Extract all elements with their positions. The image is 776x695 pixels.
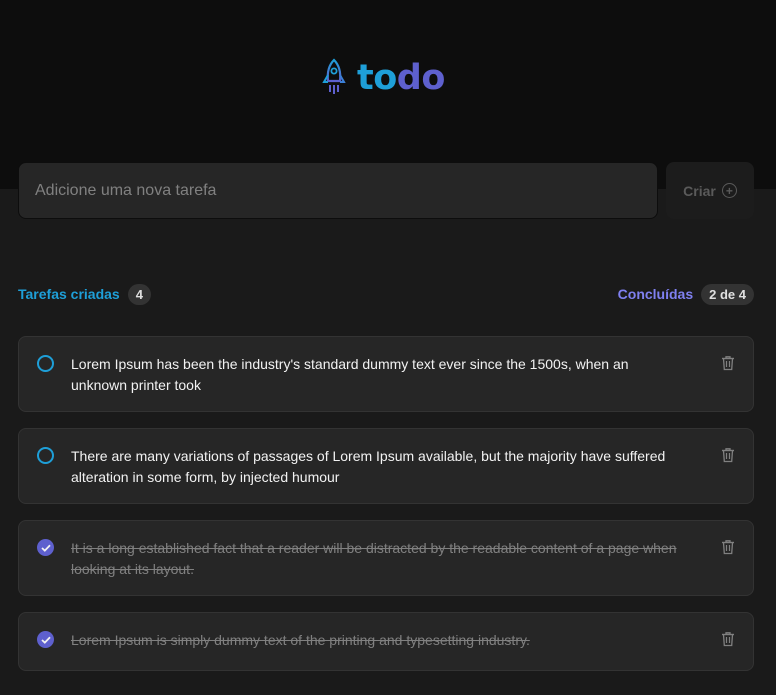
app-title-part1: to <box>357 58 397 98</box>
app-title-part2: do <box>396 58 446 98</box>
task-text: Lorem Ipsum has been the industry's stan… <box>71 356 629 393</box>
checkmark-icon <box>40 544 51 552</box>
trash-icon[interactable] <box>721 447 735 463</box>
app-title: todo <box>357 56 445 100</box>
task-item: It is a long established fact that a rea… <box>18 520 754 596</box>
task-summary: Tarefas criadas 4 Concluídas 2 de 4 <box>18 282 754 306</box>
task-text: There are many variations of passages of… <box>71 448 666 485</box>
plus-circle-icon: + <box>721 183 737 198</box>
task-checkbox[interactable] <box>37 631 54 648</box>
logo: todo <box>319 56 445 100</box>
task-item: Lorem Ipsum has been the industry's stan… <box>18 336 754 412</box>
create-button-label: Criar <box>683 182 716 199</box>
trash-icon[interactable] <box>721 631 735 647</box>
header: todo <box>0 0 776 189</box>
task-checkbox[interactable] <box>37 539 54 556</box>
task-checkbox[interactable] <box>37 355 54 372</box>
rocket-icon <box>319 57 349 99</box>
task-checkbox[interactable] <box>37 447 54 464</box>
trash-icon[interactable] <box>721 355 735 371</box>
created-counter: Tarefas criadas 4 <box>18 283 151 305</box>
checkmark-icon <box>40 636 51 644</box>
task-item: There are many variations of passages of… <box>18 428 754 504</box>
done-counter: Concluídas 2 de 4 <box>617 283 754 305</box>
created-count-badge: 4 <box>127 283 151 305</box>
trash-icon[interactable] <box>721 539 735 555</box>
created-label: Tarefas criadas <box>18 286 120 302</box>
task-item: Lorem Ipsum is simply dummy text of the … <box>18 612 754 671</box>
done-label: Concluídas <box>617 286 694 302</box>
done-count-badge: 2 de 4 <box>701 283 754 305</box>
create-button[interactable]: Criar + <box>666 162 754 219</box>
new-task-input[interactable] <box>18 162 658 219</box>
task-text: Lorem Ipsum is simply dummy text of the … <box>71 632 530 648</box>
task-text: It is a long established fact that a rea… <box>71 540 677 577</box>
